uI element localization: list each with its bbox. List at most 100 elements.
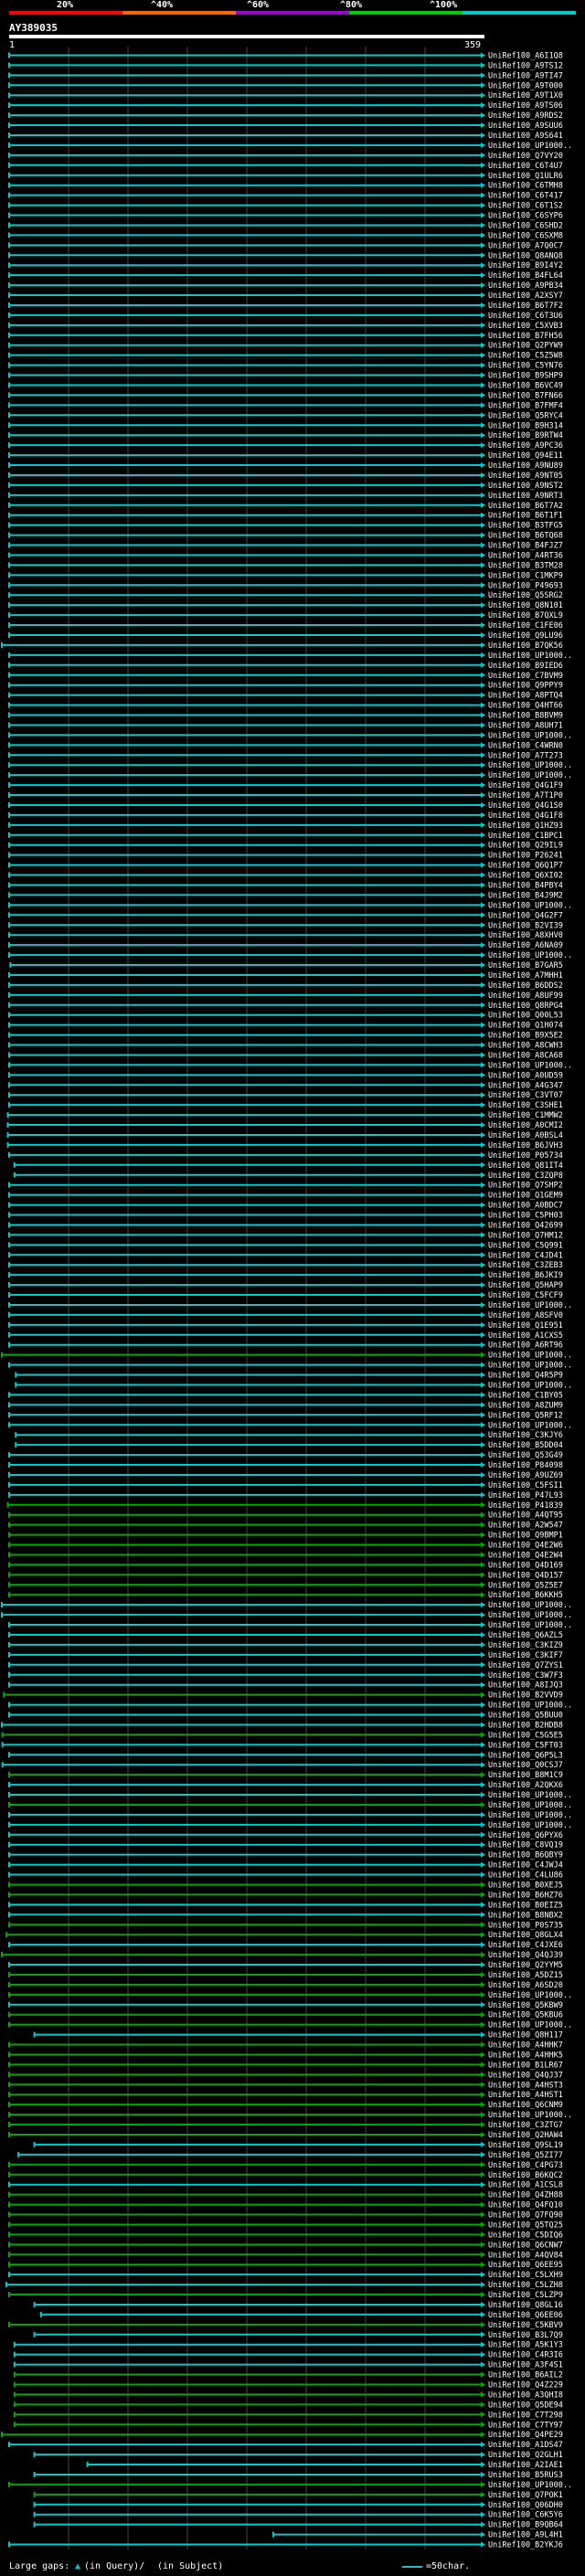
hit-row[interactable]: UniRef100_C1FE06 [8,621,563,631]
hit-row[interactable]: UniRef100_A9TI47 [8,71,563,80]
hit-label[interactable]: UniRef100_C3ZQP8 [488,1171,563,1181]
hit-row[interactable]: UniRef100_Q4R5P9 [15,1372,563,1381]
hit-row[interactable]: UniRef100_C3KIF7 [8,1651,563,1660]
hit-label[interactable]: UniRef100_C3KIZ9 [488,1641,563,1650]
hit-row[interactable]: UniRef100_P47L93 [8,1491,563,1500]
hit-row[interactable]: UniRef100_Q9SL19 [33,2141,563,2150]
hit-row[interactable]: UniRef100_Q4G1F9 [8,781,563,790]
hit-label[interactable]: UniRef100_B8NBX2 [488,1911,563,1920]
hit-row[interactable]: UniRef100_A1CXS5 [8,1331,563,1341]
hit-label[interactable]: UniRef100_Q6AZL5 [488,1631,563,1640]
hit-row[interactable]: UniRef100_Q8RPG4 [8,1002,563,1011]
hit-label[interactable]: UniRef100_Q4ZH88 [488,2191,563,2200]
hit-label[interactable]: UniRef100_B3L7Q9 [488,2331,563,2340]
hit-row[interactable]: UniRef100_UP1000.. [8,652,572,661]
hit-label[interactable]: UniRef100_C6SHD2 [488,221,563,230]
hit-label[interactable]: UniRef100_A2QKX6 [488,1781,563,1790]
hit-row[interactable]: UniRef100_A9NU89 [8,461,563,471]
hit-row[interactable]: UniRef100_B7FH56 [8,332,563,341]
hit-label[interactable]: UniRef100_UP1000.. [488,761,572,770]
hit-row[interactable]: UniRef100_Q5ZI77 [17,2151,563,2160]
hit-row[interactable]: UniRef100_B6JKI9 [8,1271,563,1280]
hit-label[interactable]: UniRef100_C6T3U6 [488,312,563,321]
hit-row[interactable]: UniRef100_B2HDB8 [1,1721,563,1730]
hit-row[interactable]: UniRef100_A9PB34 [8,281,563,291]
hit-label[interactable]: UniRef100_C6T4U7 [488,162,563,171]
hit-row[interactable]: UniRef100_A4HST3 [8,2081,563,2090]
hit-row[interactable]: UniRef100_C4PG73 [8,2161,563,2170]
hit-row[interactable]: UniRef100_A9UZ69 [8,1471,563,1480]
hit-label[interactable]: UniRef100_C3W7F3 [488,1671,563,1680]
hit-label[interactable]: UniRef100_A9T000 [488,81,563,90]
hit-label[interactable]: UniRef100_C5Q991 [488,1241,563,1250]
hit-row[interactable]: UniRef100_C6SXM8 [8,231,563,240]
hit-row[interactable]: UniRef100_P41839 [6,1501,563,1511]
hit-label[interactable]: UniRef100_C4JWJ4 [488,1861,563,1871]
hit-label[interactable]: UniRef100_Q4PE29 [488,2431,563,2440]
hit-label[interactable]: UniRef100_Q7HM12 [488,1231,563,1240]
hit-label[interactable]: UniRef100_C6SXM8 [488,231,563,240]
hit-row[interactable]: UniRef100_A5DZ15 [8,1971,563,1980]
hit-row[interactable]: UniRef100_C3ZTG7 [8,2121,563,2130]
hit-row[interactable]: UniRef100_B9SHP9 [8,372,563,381]
hit-row[interactable]: UniRef100_A4QT95 [8,1511,563,1521]
hit-row[interactable]: UniRef100_UP1000.. [8,731,572,740]
hit-label[interactable]: UniRef100_UP1000.. [488,1301,572,1310]
hit-row[interactable]: UniRef100_C3ZQP8 [13,1171,563,1181]
hit-row[interactable]: UniRef100_A8XHV0 [8,931,563,940]
hit-label[interactable]: UniRef100_C1BPC1 [488,832,563,841]
hit-label[interactable]: UniRef100_B0XEJ5 [488,1881,563,1890]
hit-label[interactable]: UniRef100_C4JD41 [488,1251,563,1260]
hit-label[interactable]: UniRef100_B5DD04 [488,1441,563,1450]
hit-label[interactable]: UniRef100_A4HHK7 [488,2041,563,2051]
hit-label[interactable]: UniRef100_A5K1Y3 [488,2341,563,2350]
hit-row[interactable]: UniRef100_B8M1C9 [8,1771,563,1780]
hit-label[interactable]: UniRef100_P41839 [488,1501,563,1511]
hit-row[interactable]: UniRef100_C3KIZ9 [8,1641,563,1650]
hit-row[interactable]: UniRef100_Q4G1F8 [8,811,563,821]
hit-label[interactable]: UniRef100_Q53G49 [488,1451,563,1460]
hit-row[interactable]: UniRef100_C5YN76 [8,362,563,371]
hit-label[interactable]: UniRef100_UP1000.. [488,2481,572,2490]
hit-row[interactable]: UniRef100_C4WRN0 [8,741,563,750]
hit-label[interactable]: UniRef100_A7Q0C7 [488,241,563,250]
hit-label[interactable]: UniRef100_C3KIF7 [488,1651,563,1660]
hit-label[interactable]: UniRef100_A9NST2 [488,482,563,491]
hit-row[interactable]: UniRef100_Q9PPY9 [8,682,563,691]
hit-label[interactable]: UniRef100_A9SUU6 [488,122,563,131]
hit-label[interactable]: UniRef100_B0EIZ5 [488,1901,563,1910]
hit-label[interactable]: UniRef100_UP1000.. [488,1791,572,1800]
hit-label[interactable]: UniRef100_C4LU86 [488,1871,563,1881]
hit-row[interactable]: UniRef100_C5LZH8 [5,2281,563,2290]
hit-label[interactable]: UniRef100_B3TM28 [488,561,563,570]
hit-label[interactable]: UniRef100_A8UF99 [488,991,563,1001]
hit-row[interactable]: UniRef100_Q1E951 [8,1321,563,1330]
hit-row[interactable]: UniRef100_C6T1S2 [8,202,563,211]
hit-label[interactable]: UniRef100_C5FSI1 [488,1481,563,1490]
hit-label[interactable]: UniRef100_Q2GLH1 [488,2451,563,2460]
hit-row[interactable]: UniRef100_B6TQ68 [8,532,563,541]
hit-label[interactable]: UniRef100_B6AIL2 [488,2371,563,2380]
hit-label[interactable]: UniRef100_A8CWH3 [488,1042,563,1051]
hit-label[interactable]: UniRef100_A4RT36 [488,551,563,560]
hit-label[interactable]: UniRef100_B5RUS3 [488,2471,563,2480]
hit-row[interactable]: UniRef100_Q4D169 [8,1561,563,1570]
hit-row[interactable]: UniRef100_A8CA68 [8,1051,563,1060]
hit-label[interactable]: UniRef100_Q4D169 [488,1561,563,1570]
hit-row[interactable]: UniRef100_Q6EE06 [39,2311,563,2320]
hit-label[interactable]: UniRef100_B9X5E2 [488,1032,563,1041]
hit-label[interactable]: UniRef100_A8IJQ3 [488,1681,563,1691]
hit-row[interactable]: UniRef100_UP1000.. [8,2111,572,2120]
hit-row[interactable]: UniRef100_C7T298 [13,2411,563,2420]
hit-row[interactable]: UniRef100_Q6Q1P7 [8,862,563,871]
hit-label[interactable]: UniRef100_Q6XI02 [488,872,563,881]
hit-label[interactable]: UniRef100_UP1000.. [488,1821,572,1830]
hit-row[interactable]: UniRef100_Q1H074 [8,1022,563,1031]
hit-label[interactable]: UniRef100_B6HZ76 [488,1891,563,1900]
hit-label[interactable]: UniRef100_B4PBY4 [488,881,563,890]
hit-label[interactable]: UniRef100_A4HHK5 [488,2051,563,2060]
hit-row[interactable]: UniRef100_A8SFV0 [8,1311,563,1320]
hit-label[interactable]: UniRef100_C4JXE6 [488,1941,563,1950]
hit-row[interactable]: UniRef100_A9RDS2 [8,111,563,121]
hit-label[interactable]: UniRef100_Q5DE94 [488,2401,563,2410]
